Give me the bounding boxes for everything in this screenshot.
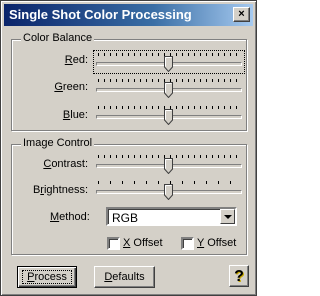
close-button[interactable]: × xyxy=(233,7,250,22)
help-button[interactable]: ? xyxy=(229,265,249,287)
y-offset-checkbox[interactable] xyxy=(181,237,194,250)
method-value: RGB xyxy=(112,211,139,225)
red-label: Red: xyxy=(64,54,88,66)
x-offset-label[interactable]: X Offset xyxy=(123,237,163,249)
slider-thumb[interactable] xyxy=(164,184,173,200)
focus-rect xyxy=(22,270,72,284)
slider-thumb[interactable] xyxy=(164,109,173,125)
window-title: Single Shot Color Processing xyxy=(9,7,192,22)
contrast-slider[interactable] xyxy=(96,154,242,174)
contrast-label: Contrast: xyxy=(43,158,88,170)
green-slider[interactable] xyxy=(96,78,242,98)
process-button[interactable]: Process xyxy=(17,266,77,288)
title-bar[interactable]: Single Shot Color Processing × xyxy=(4,4,253,26)
color-balance-title: Color Balance xyxy=(21,32,95,44)
green-label: Green: xyxy=(54,81,88,93)
image-control-title: Image Control xyxy=(21,137,95,149)
x-offset-checkbox[interactable] xyxy=(107,237,120,250)
brightness-label: Brightness: xyxy=(32,184,88,196)
help-icon: ? xyxy=(234,268,244,285)
slider-thumb[interactable] xyxy=(164,56,173,72)
dropdown-arrow-icon[interactable] xyxy=(220,209,235,224)
red-slider[interactable] xyxy=(96,52,242,72)
method-select[interactable]: RGB xyxy=(106,207,237,226)
method-label: Method: xyxy=(50,211,90,223)
defaults-button[interactable]: Defaults xyxy=(94,266,155,288)
slider-thumb[interactable] xyxy=(164,158,173,174)
slider-thumb[interactable] xyxy=(164,82,173,98)
blue-label: Blue: xyxy=(62,109,88,121)
dialog-window: Single Shot Color Processing × Color Bal… xyxy=(0,0,257,296)
y-offset-label[interactable]: Y Offset xyxy=(197,237,236,249)
brightness-slider[interactable] xyxy=(96,180,242,200)
blue-slider[interactable] xyxy=(96,105,242,125)
close-icon: × xyxy=(238,8,245,20)
